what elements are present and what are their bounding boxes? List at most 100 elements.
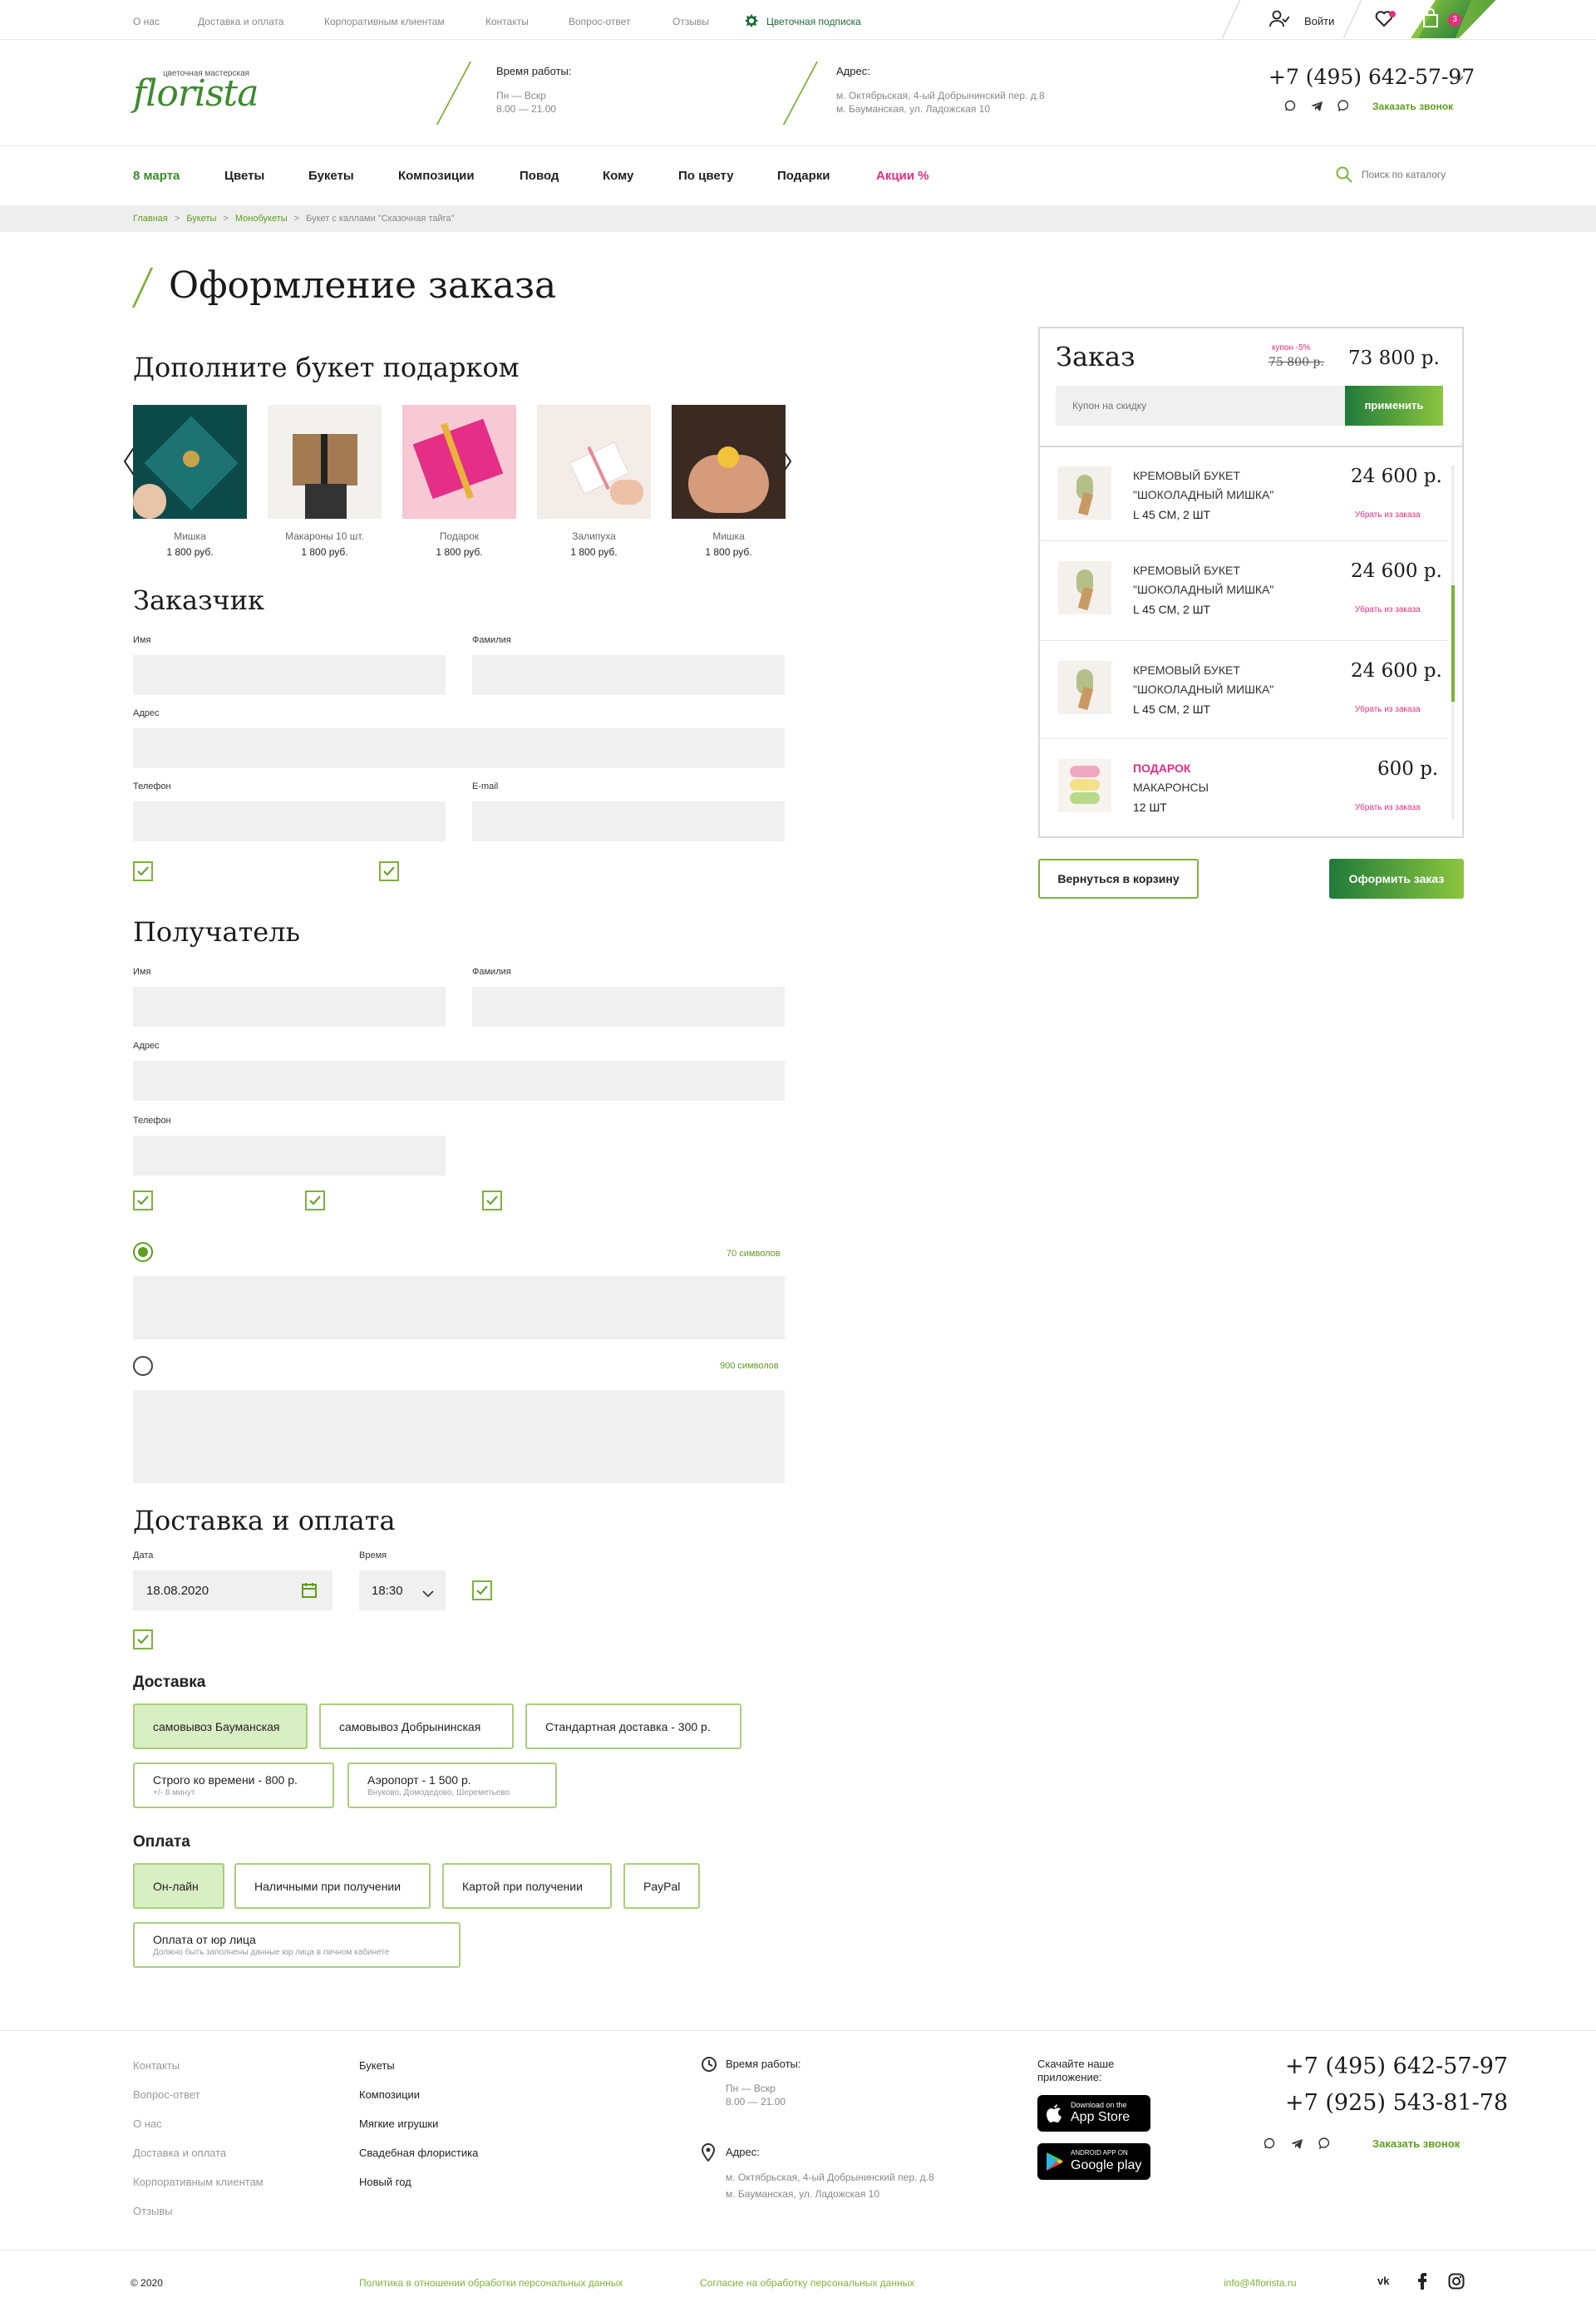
payment-option-legal-entity[interactable]: Оплата от юр лица Должно быть заполнены д… [133, 1922, 461, 1968]
card-text-textarea[interactable] [133, 1276, 785, 1339]
footer-link-delivery[interactable]: Доставка и оплата [133, 2147, 226, 2159]
facebook-icon[interactable] [1418, 2273, 1427, 2290]
cart-bag-icon[interactable] [1421, 8, 1440, 28]
coupon-input[interactable] [1056, 386, 1345, 426]
telegram-icon[interactable] [1311, 101, 1323, 111]
recipient-checkbox[interactable] [305, 1191, 325, 1210]
google-play-badge[interactable]: ANDROID APP ON Google play [1037, 2143, 1150, 2180]
calendar-icon[interactable] [301, 1582, 318, 1599]
payment-option-cash[interactable]: Наличными при получении [234, 1863, 431, 1909]
topbar-link-delivery[interactable]: Доставка и оплата [198, 16, 284, 27]
payment-option-card[interactable]: Картой при получении [442, 1863, 612, 1909]
delivery-option-on-time[interactable]: Строго ко времени - 800 р. +/- 8 минут [133, 1762, 334, 1808]
nav-item-sale[interactable]: Акции % [876, 169, 929, 183]
gift-card[interactable]: Мишка 1 800 руб. [133, 405, 247, 558]
search-input[interactable] [1362, 165, 1486, 185]
topbar-link-reviews[interactable]: Отзывы [672, 16, 709, 27]
recipient-first-name-input[interactable] [133, 987, 446, 1027]
app-store-badge[interactable]: Download on the App Store [1037, 2095, 1150, 2132]
remove-item-link[interactable]: Убрать из заказа [1355, 705, 1421, 714]
date-input[interactable]: 18.08.2020 [133, 1570, 332, 1610]
delivery-option-standard[interactable]: Стандартная доставка - 300 р. [525, 1703, 741, 1749]
whatsapp-icon[interactable] [1264, 2137, 1275, 2149]
consent-link[interactable]: Согласие на обработку персональных данны… [700, 2277, 914, 2289]
recipient-checkbox[interactable] [133, 1191, 153, 1210]
gift-card[interactable]: Макароны 10 шт. 1 800 руб. [268, 405, 382, 558]
customer-phone-input[interactable] [133, 801, 446, 841]
topbar-link-faq[interactable]: Вопрос-ответ [569, 16, 630, 27]
nav-item-compositions[interactable]: Композиции [398, 169, 475, 183]
customer-address-input[interactable] [133, 728, 785, 768]
topbar-link-corporate[interactable]: Корпоративным клиентам [324, 16, 445, 27]
gift-card[interactable]: Подарок 1 800 руб. [402, 405, 516, 558]
gift-card[interactable]: Залипуха 1 800 руб. [537, 405, 651, 558]
delivery-option-dobryninskaya[interactable]: самовывоз Добрынинская [319, 1703, 514, 1749]
header-callback-link[interactable]: Заказать звонок [1372, 101, 1453, 112]
submit-order-button[interactable]: Оформить заказ [1329, 859, 1464, 899]
footer-link-bouquets[interactable]: Букеты [359, 2059, 395, 2072]
apply-coupon-button[interactable]: применить [1345, 386, 1443, 426]
delivery-option-airport[interactable]: Аэропорт - 1 500 р. Внуково, Домодедово, … [347, 1762, 557, 1808]
time-select[interactable]: 18:30 [359, 1570, 446, 1610]
login-link[interactable]: Войти [1304, 15, 1334, 27]
customer-first-name-input[interactable] [133, 655, 446, 695]
payment-option-paypal[interactable]: PayPal [623, 1863, 700, 1909]
viber-icon[interactable] [1337, 100, 1349, 112]
topbar-subscription-link[interactable]: Цветочная подписка [766, 16, 861, 27]
remove-item-link[interactable]: Убрать из заказа [1355, 510, 1421, 520]
nav-item-color[interactable]: По цвету [678, 169, 734, 183]
note-radio[interactable] [133, 1356, 153, 1376]
topbar-link-about[interactable]: О нас [133, 16, 160, 27]
footer-link-new-year[interactable]: Новый год [359, 2176, 411, 2188]
footer-link-contacts[interactable]: Контакты [133, 2059, 180, 2072]
footer-link-compositions[interactable]: Композиции [359, 2088, 420, 2101]
footer-phone-1[interactable]: +7 (495) 642-57-97 [1285, 2053, 1508, 2079]
chevron-down-icon[interactable] [1454, 71, 1464, 82]
delivery-option-baumanskaya[interactable]: самовывоз Бауманская [133, 1703, 308, 1749]
favorites-heart-icon[interactable] [1375, 10, 1396, 28]
customer-email-input[interactable] [472, 801, 785, 841]
header-phone[interactable]: +7 (495) 642-57-97 [1268, 65, 1475, 89]
footer-link-toys[interactable]: Мягкие игрушки [359, 2117, 438, 2130]
delivery-checkbox[interactable] [133, 1629, 153, 1649]
user-icon[interactable] [1269, 10, 1290, 28]
breadcrumb-bouquets[interactable]: Букеты [186, 214, 216, 224]
footer-callback-link[interactable]: Заказать звонок [1372, 2137, 1460, 2150]
remove-item-link[interactable]: Убрать из заказа [1355, 605, 1421, 614]
note-textarea[interactable] [133, 1390, 785, 1483]
vk-icon[interactable]: vk [1377, 2275, 1396, 2288]
recipient-phone-input[interactable] [133, 1136, 446, 1176]
delivery-checkbox[interactable] [472, 1580, 492, 1600]
nav-item-march8[interactable]: 8 марта [133, 169, 180, 183]
nav-item-flowers[interactable]: Цветы [224, 169, 264, 183]
whatsapp-icon[interactable] [1284, 100, 1296, 111]
footer-link-wedding[interactable]: Свадебная флористика [359, 2147, 478, 2159]
viber-icon[interactable] [1318, 2137, 1330, 2150]
footer-phone-2[interactable]: +7 (925) 543-81-78 [1285, 2090, 1508, 2116]
telegram-icon[interactable] [1291, 2138, 1303, 2149]
footer-link-about[interactable]: О нас [133, 2117, 162, 2130]
customer-checkbox[interactable] [379, 861, 399, 881]
customer-checkbox[interactable] [133, 861, 153, 881]
recipient-last-name-input[interactable] [472, 987, 785, 1027]
policy-link[interactable]: Политика в отношении обработки персональ… [359, 2277, 623, 2289]
nav-item-bouquets[interactable]: Букеты [308, 169, 354, 183]
gift-card[interactable]: Мишка 1 800 руб. [672, 405, 786, 558]
nav-item-occasion[interactable]: Повод [520, 169, 559, 183]
card-text-radio[interactable] [133, 1242, 153, 1262]
topbar-link-contacts[interactable]: Контакты [485, 16, 529, 27]
breadcrumb-home[interactable]: Главная [133, 214, 168, 224]
back-to-cart-button[interactable]: Вернуться в корзину [1038, 859, 1199, 899]
payment-option-online[interactable]: Он-лайн [133, 1863, 224, 1909]
recipient-checkbox[interactable] [482, 1191, 502, 1210]
footer-link-corporate[interactable]: Корпоративным клиентам [133, 2176, 264, 2188]
email-link[interactable]: info@4florista.ru [1224, 2277, 1297, 2289]
footer-link-faq[interactable]: Вопрос-ответ [133, 2088, 200, 2101]
customer-last-name-input[interactable] [472, 655, 785, 695]
nav-item-whom[interactable]: Кому [603, 169, 633, 183]
logo[interactable]: цветочная мастерская florista [133, 62, 266, 121]
footer-link-reviews[interactable]: Отзывы [133, 2205, 173, 2217]
remove-item-link[interactable]: Убрать из заказа [1355, 803, 1421, 812]
chevron-down-icon[interactable] [422, 1587, 434, 1598]
breadcrumb-mono[interactable]: Монобукеты [235, 214, 288, 224]
